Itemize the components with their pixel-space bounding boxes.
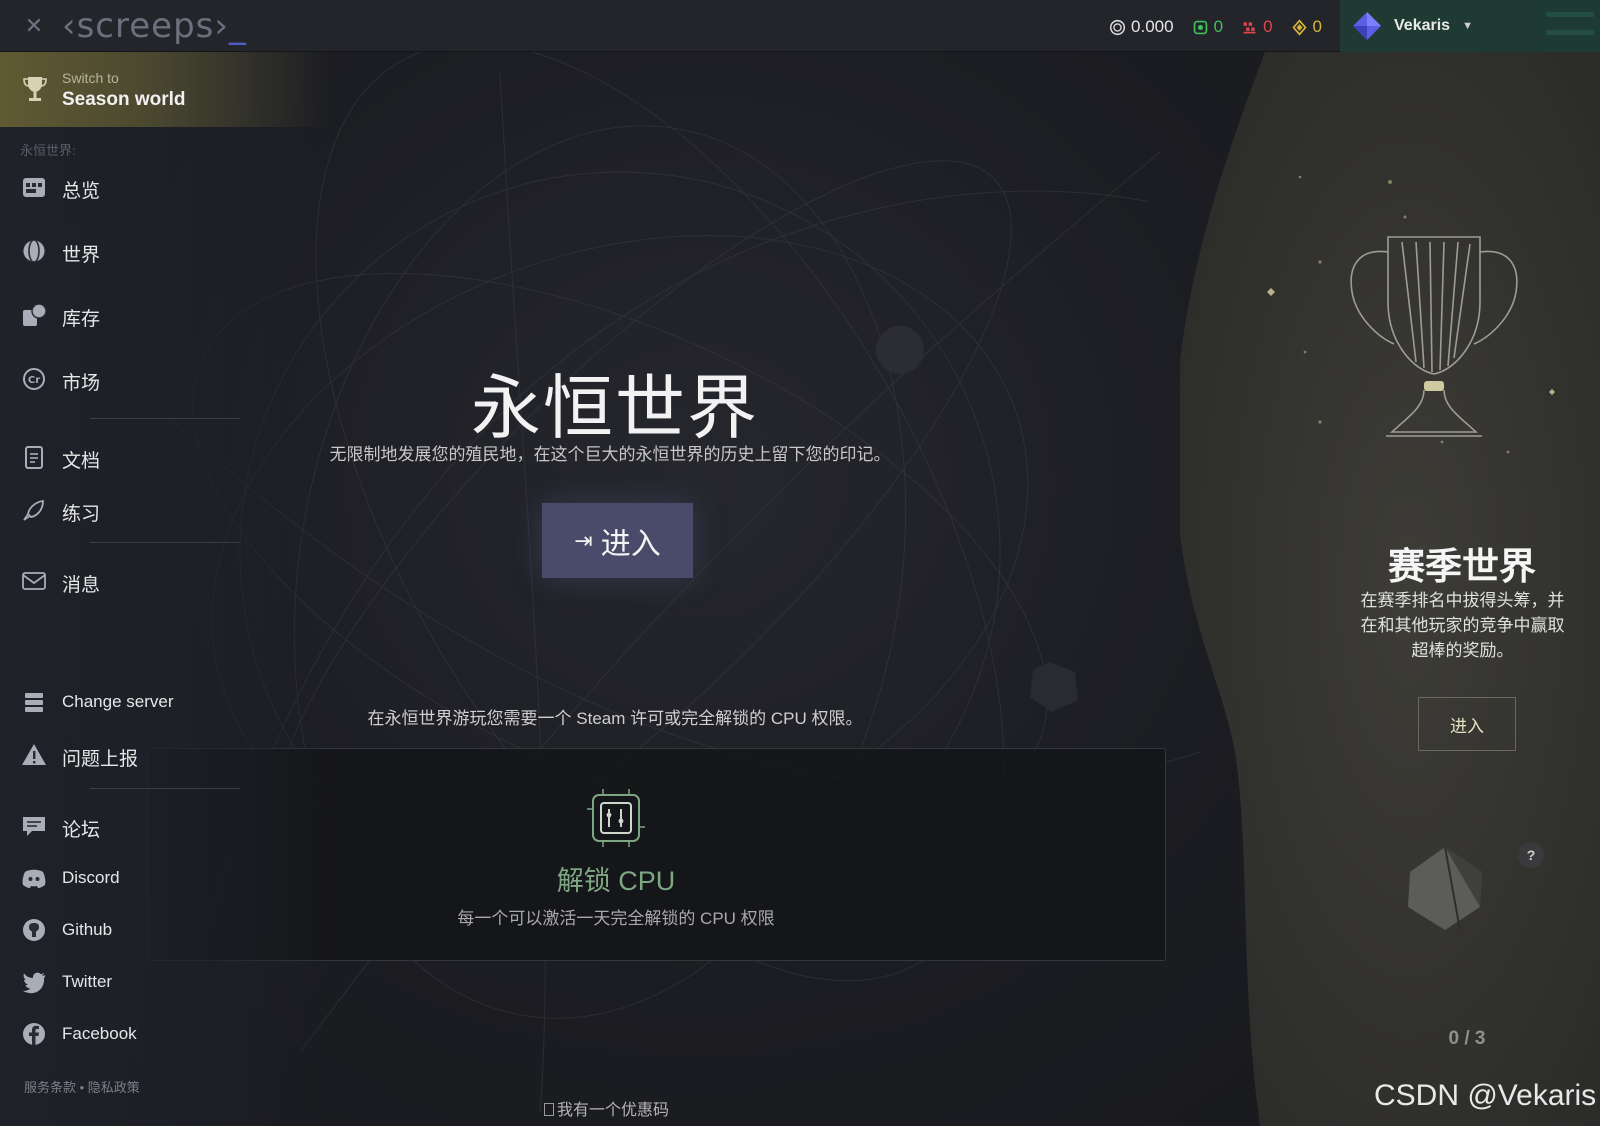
- sidebar-item-docs[interactable]: 文档: [0, 435, 240, 479]
- sidebar-item-market[interactable]: Cr 市场: [0, 357, 240, 401]
- globe-icon: [22, 239, 46, 263]
- sidebar-item-label: 库存: [62, 309, 101, 330]
- persistent-world-title: 永恒世界: [471, 369, 759, 447]
- sidebar-item-label: Discord: [62, 868, 120, 887]
- divider: [90, 418, 240, 419]
- persistent-world-subtitle: 无限制地发展您的殖民地，在这个巨大的永恒世界的历史上留下您的印记。: [329, 445, 891, 464]
- sidebar-item-messages[interactable]: 消息: [0, 559, 240, 603]
- sidebar-item-change-server[interactable]: Change server: [0, 680, 240, 724]
- rocket-icon: [23, 499, 44, 521]
- cpu-unlock-value: 0: [1213, 17, 1224, 36]
- facebook-icon: [23, 1023, 45, 1045]
- pixel-value: 0: [1263, 17, 1273, 36]
- promo-code-checkbox-icon: [544, 1103, 554, 1116]
- svg-text:Cr: Cr: [28, 375, 40, 386]
- overview-icon: [23, 178, 45, 197]
- sign-in-icon: ⇥: [574, 527, 593, 553]
- unlock-cpu-description: 每一个可以激活一天完全解锁的 CPU 权限: [457, 909, 775, 928]
- user-avatar-icon: [1353, 12, 1381, 40]
- server-icon: [25, 693, 43, 712]
- credits-resource[interactable]: 0.000: [1109, 17, 1174, 37]
- terms-link[interactable]: 服务条款: [24, 1080, 76, 1095]
- credits-value: 0.000: [1131, 17, 1174, 36]
- sidebar-item-discord[interactable]: Discord: [0, 856, 240, 900]
- sidebar-item-label: 消息: [62, 575, 101, 596]
- sidebar-item-label: 文档: [62, 451, 101, 472]
- market-credits-icon: Cr: [23, 368, 45, 390]
- github-icon: [23, 919, 45, 941]
- credits-icon: [1109, 19, 1126, 35]
- sidebar-item-report-issue[interactable]: 问题上报: [0, 733, 240, 777]
- sidebar-item-label: 练习: [62, 504, 101, 525]
- sidebar-item-label: 总览: [62, 181, 101, 202]
- cpu-chip-icon: [587, 789, 645, 847]
- warning-icon: [22, 744, 46, 765]
- inventory-icon: [23, 303, 47, 326]
- username: Vekaris: [1394, 17, 1451, 34]
- enter-season-world-button[interactable]: 进入: [1418, 697, 1516, 751]
- watermark: CSDN @Vekaris: [1374, 1079, 1597, 1112]
- sidebar-item-label: 论坛: [62, 820, 101, 841]
- forum-icon: [23, 817, 45, 836]
- section-title: 永恒世界:: [20, 143, 76, 158]
- screeps-logo[interactable]: ‹screeps›_: [62, 6, 247, 46]
- hamburger-icon: [1546, 12, 1594, 17]
- sidebar-item-label: Facebook: [62, 1024, 137, 1043]
- hamburger-menu-button[interactable]: [1536, 0, 1600, 52]
- envelope-icon: [22, 572, 46, 590]
- pixel-resource[interactable]: 0: [1241, 17, 1273, 37]
- top-bar: ✕ ‹screeps›_ 0.000 0 0 0 Vekaris ▼: [0, 0, 1600, 52]
- close-icon[interactable]: ✕: [22, 14, 46, 38]
- switch-to-label: Switch to: [62, 70, 119, 86]
- chevron-down-icon: ▼: [1462, 20, 1473, 32]
- season-world-title: 赛季世界: [1388, 546, 1536, 587]
- sidebar-item-overview[interactable]: 总览: [0, 165, 240, 209]
- pixel-icon: [1243, 21, 1256, 33]
- sidebar-item-label: Change server: [62, 692, 174, 711]
- switch-to-season-world[interactable]: Switch to Season world: [0, 52, 330, 127]
- sidebar-item-label: Twitter: [62, 972, 113, 991]
- access-key-icon: [1291, 18, 1307, 36]
- season-world-label: Season world: [62, 89, 186, 110]
- sidebar-item-forum[interactable]: 论坛: [0, 804, 240, 848]
- season-progress-count: 0 / 3: [1448, 1028, 1486, 1049]
- sidebar-item-twitter[interactable]: Twitter: [0, 960, 240, 1004]
- promo-code-link[interactable]: 我有一个优惠码: [544, 1096, 669, 1120]
- unlock-cpu-title: 解锁 CPU: [556, 866, 676, 896]
- logo-text: ‹screeps›: [62, 6, 229, 46]
- steam-requirement-note: 在永恒世界游玩您需要一个 Steam 许可或完全解锁的 CPU 权限。: [367, 709, 863, 728]
- promo-code-label: 我有一个优惠码: [557, 1102, 670, 1119]
- sidebar-item-inventory[interactable]: 库存: [0, 293, 240, 337]
- sidebar-item-github[interactable]: Github: [0, 908, 240, 952]
- help-icon[interactable]: ?: [1518, 842, 1544, 868]
- resource-bar: 0.000 0 0 0: [1109, 16, 1322, 38]
- divider: [90, 788, 240, 789]
- sidebar-item-label: 市场: [62, 373, 101, 394]
- access-key-value: 0: [1312, 17, 1322, 36]
- privacy-link[interactable]: 隐私政策: [88, 1080, 140, 1095]
- trophy-icon: [23, 77, 47, 101]
- access-key-resource[interactable]: 0: [1291, 17, 1322, 37]
- cpu-unlock-resource[interactable]: 0: [1192, 17, 1223, 37]
- logo-underscore: _: [228, 6, 247, 46]
- document-icon: [25, 446, 43, 469]
- sidebar-item-label: 世界: [62, 245, 101, 266]
- user-menu[interactable]: Vekaris ▼: [1340, 0, 1536, 52]
- season-world-description: 在赛季排名中拔得头筹，并在和其他玩家的竞争中赢取超棒的奖励。: [1360, 591, 1565, 660]
- discord-icon: [22, 869, 46, 888]
- enter-persistent-world-button[interactable]: ⇥ 进入: [542, 503, 693, 578]
- sidebar-item-world[interactable]: 世界: [0, 229, 240, 273]
- sidebar: Switch to Season world 永恒世界: 总览 世界 库存 Cr: [0, 52, 330, 1126]
- footer-separator: •: [76, 1080, 88, 1095]
- sidebar-item-label: 问题上报: [62, 749, 139, 770]
- sidebar-item-training[interactable]: 练习: [0, 488, 240, 532]
- sidebar-item-label: Github: [62, 920, 113, 939]
- cpu-unlock-icon: [1193, 20, 1207, 34]
- twitter-icon: [23, 972, 46, 994]
- season-world-panel: 赛季世界 在赛季排名中拔得头筹，并在和其他玩家的竞争中赢取超棒的奖励。 进入 ?…: [1180, 52, 1600, 1126]
- footer-links: 服务条款 • 隐私政策: [24, 1077, 140, 1096]
- divider: [90, 542, 240, 543]
- enter-label: 进入: [600, 527, 661, 561]
- sidebar-item-facebook[interactable]: Facebook: [0, 1012, 240, 1056]
